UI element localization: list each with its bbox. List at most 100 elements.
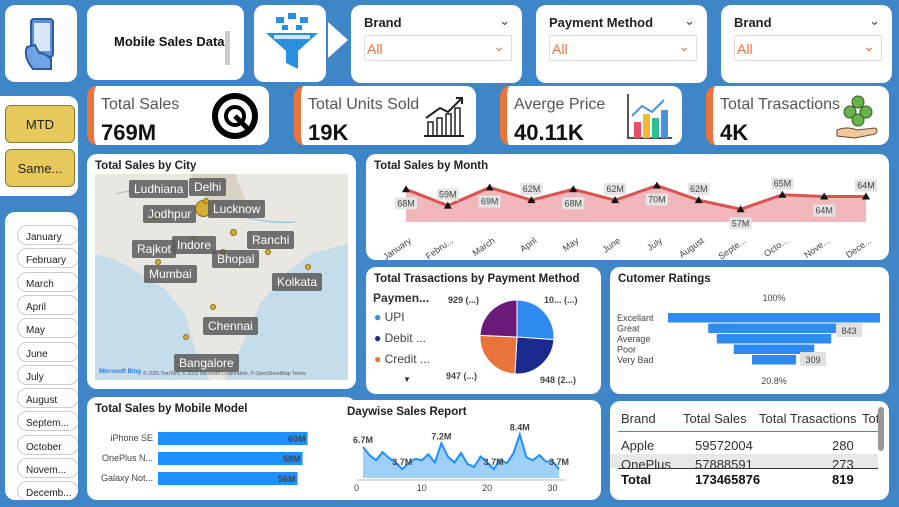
month-option[interactable]: Decemb... xyxy=(17,481,78,500)
funnel-bar xyxy=(751,355,797,365)
day-tick-label: 20 xyxy=(482,483,492,493)
city-bubble[interactable] xyxy=(265,249,271,255)
brand-slicer-1[interactable]: Brand ⌄ All ⌄ xyxy=(351,5,522,83)
cell-transactions: 280 xyxy=(832,438,854,453)
header-divider xyxy=(618,431,878,432)
table-row[interactable]: OnePlus 57888591 273 xyxy=(610,454,878,468)
model-category-label: OnePlus N... xyxy=(102,453,153,463)
month-data-label-text: 69M xyxy=(481,196,499,206)
month-option[interactable]: August xyxy=(17,388,78,409)
city-bubble[interactable] xyxy=(230,229,237,236)
chart-title: Total Sales by City xyxy=(95,160,197,172)
month-tick-label: May xyxy=(561,235,581,253)
city-label-indore: Indore xyxy=(172,236,217,254)
month-data-label: 62M xyxy=(520,183,543,196)
month-data-label-text: 70M xyxy=(648,195,666,205)
month-tick-label: March xyxy=(471,235,497,258)
month-tick-label: August xyxy=(677,235,706,260)
month-option[interactable]: February xyxy=(17,248,78,269)
city-label-ludhiana: Ludhiana xyxy=(129,180,189,198)
month-data-label-text: 57M xyxy=(732,218,750,228)
table-vertical-scrollbar[interactable] xyxy=(878,407,884,451)
month-option[interactable]: April xyxy=(17,294,78,315)
month-tick-label: Nove... xyxy=(802,235,831,260)
month-data-label-text: 62M xyxy=(523,184,541,194)
same-period-button[interactable]: Same... xyxy=(5,149,75,187)
city-bubble[interactable] xyxy=(183,334,189,340)
day-data-label: 3.7M xyxy=(484,457,504,467)
month-tick-label: Septe... xyxy=(717,235,748,260)
month-area-fill xyxy=(406,185,866,222)
chevron-down-icon[interactable]: ⌄ xyxy=(869,13,880,29)
chevron-down-icon[interactable]: ⌄ xyxy=(499,13,510,29)
payment-method-slicer[interactable]: Payment Method ⌄ All ⌄ xyxy=(536,5,707,83)
city-label-ranchi: Ranchi xyxy=(247,231,295,249)
month-option[interactable]: May xyxy=(17,318,78,339)
month-data-label: 69M xyxy=(478,195,501,208)
chevron-down-icon[interactable]: ⌄ xyxy=(863,38,875,55)
city-bubble[interactable] xyxy=(305,264,311,270)
funnel-category-label: Very Bad xyxy=(617,355,654,365)
kpi-total-units: Total Units Sold 19K xyxy=(294,86,476,145)
chevron-down-icon[interactable]: ⌄ xyxy=(684,13,695,29)
mtd-button[interactable]: MTD xyxy=(5,105,75,143)
table-header-transactions[interactable]: Total Trasactions xyxy=(759,411,857,426)
month-option[interactable]: July xyxy=(17,364,78,385)
month-option[interactable]: Novem... xyxy=(17,458,78,478)
table-header-more[interactable]: Tot xyxy=(862,411,879,426)
funnel-inner-text: 309 xyxy=(805,355,820,365)
day-data-label: 3.7M xyxy=(392,457,412,467)
pie-slice xyxy=(479,334,518,375)
slicer-label: Brand xyxy=(364,15,402,30)
month-option[interactable]: October xyxy=(17,434,78,455)
kpi-label: Total Trasactions xyxy=(720,96,841,113)
month-tick-label: Febru... xyxy=(424,235,455,260)
pie-data-label: 10... (...) xyxy=(544,295,578,305)
brand-table: Brand Total Sales Total Trasactions Tot … xyxy=(610,401,889,500)
brand-slicer-2[interactable]: Brand ⌄ All ⌄ xyxy=(721,5,892,83)
model-data-label: 56M xyxy=(278,474,296,484)
month-option[interactable]: March xyxy=(17,271,78,292)
daywise-sales-chart: Daywise Sales Report 0 10 20 30 6.7M 3.7M 7.2M… xyxy=(339,400,601,500)
day-data-label: 6.7M xyxy=(353,435,373,445)
month-tick-label: July xyxy=(645,235,664,253)
table-header-brand[interactable]: Brand xyxy=(621,411,656,426)
slicer-label: Brand xyxy=(734,15,772,30)
month-tick-label: April xyxy=(518,235,538,254)
payment-pie-chart: 10... (...) 948 (2...) 947 (...) 929 (...) xyxy=(446,295,578,385)
model-bar xyxy=(158,452,303,465)
model-data-label: 58M xyxy=(283,454,301,464)
month-option[interactable]: Septem... xyxy=(17,411,78,432)
chevron-down-icon[interactable]: ⌄ xyxy=(493,38,505,55)
funnel-bar xyxy=(708,323,840,333)
payment-dropdown[interactable]: All ⌄ xyxy=(549,35,697,61)
brand-dropdown-1[interactable]: All ⌄ xyxy=(364,35,512,61)
chevron-down-icon[interactable]: ⌄ xyxy=(678,38,690,55)
total-label: Total xyxy=(621,472,652,487)
slicer-label: Payment Method xyxy=(549,15,654,30)
kpi-average-price: Averge Price 40.11K xyxy=(500,86,682,145)
title-scrollbar[interactable] xyxy=(225,31,230,65)
funnel-category-label: Excellant xyxy=(617,313,654,323)
brand-dropdown-2[interactable]: All ⌄ xyxy=(734,35,882,61)
sales-by-city-map: Total Sales by City Ludhiana Delhi Jodhp… xyxy=(87,154,356,389)
kpi-label: Total Sales xyxy=(101,96,180,113)
map-attribution[interactable]: © 2025 TomTom, © 2025 Microsoft Corporat… xyxy=(143,371,306,377)
table-row[interactable]: Apple 59572004 280 xyxy=(610,433,878,454)
month-data-label-text: 62M xyxy=(690,184,708,194)
month-option[interactable]: January xyxy=(17,225,78,245)
month-data-label: 62M xyxy=(604,183,627,196)
month-data-label-text: 68M xyxy=(397,198,415,208)
city-bubble[interactable] xyxy=(210,304,216,310)
map-canvas[interactable]: Ludhiana Delhi Jodhpur Lucknow Rajkot In… xyxy=(95,174,348,380)
month-option[interactable]: June xyxy=(17,341,78,362)
kpi-total-transactions: Total Trasactions 4K xyxy=(706,86,889,145)
month-data-label-text: 64M xyxy=(815,206,833,216)
funnel-bar xyxy=(716,334,832,344)
day-data-label: 7.2M xyxy=(431,431,451,441)
city-label-bhopal: Bhopal xyxy=(212,250,260,268)
table-header-sales[interactable]: Total Sales xyxy=(683,411,747,426)
month-data-label: 65M xyxy=(771,177,794,190)
month-data-label: 57M xyxy=(729,217,752,230)
city-label-mumbai: Mumbai xyxy=(144,265,197,283)
